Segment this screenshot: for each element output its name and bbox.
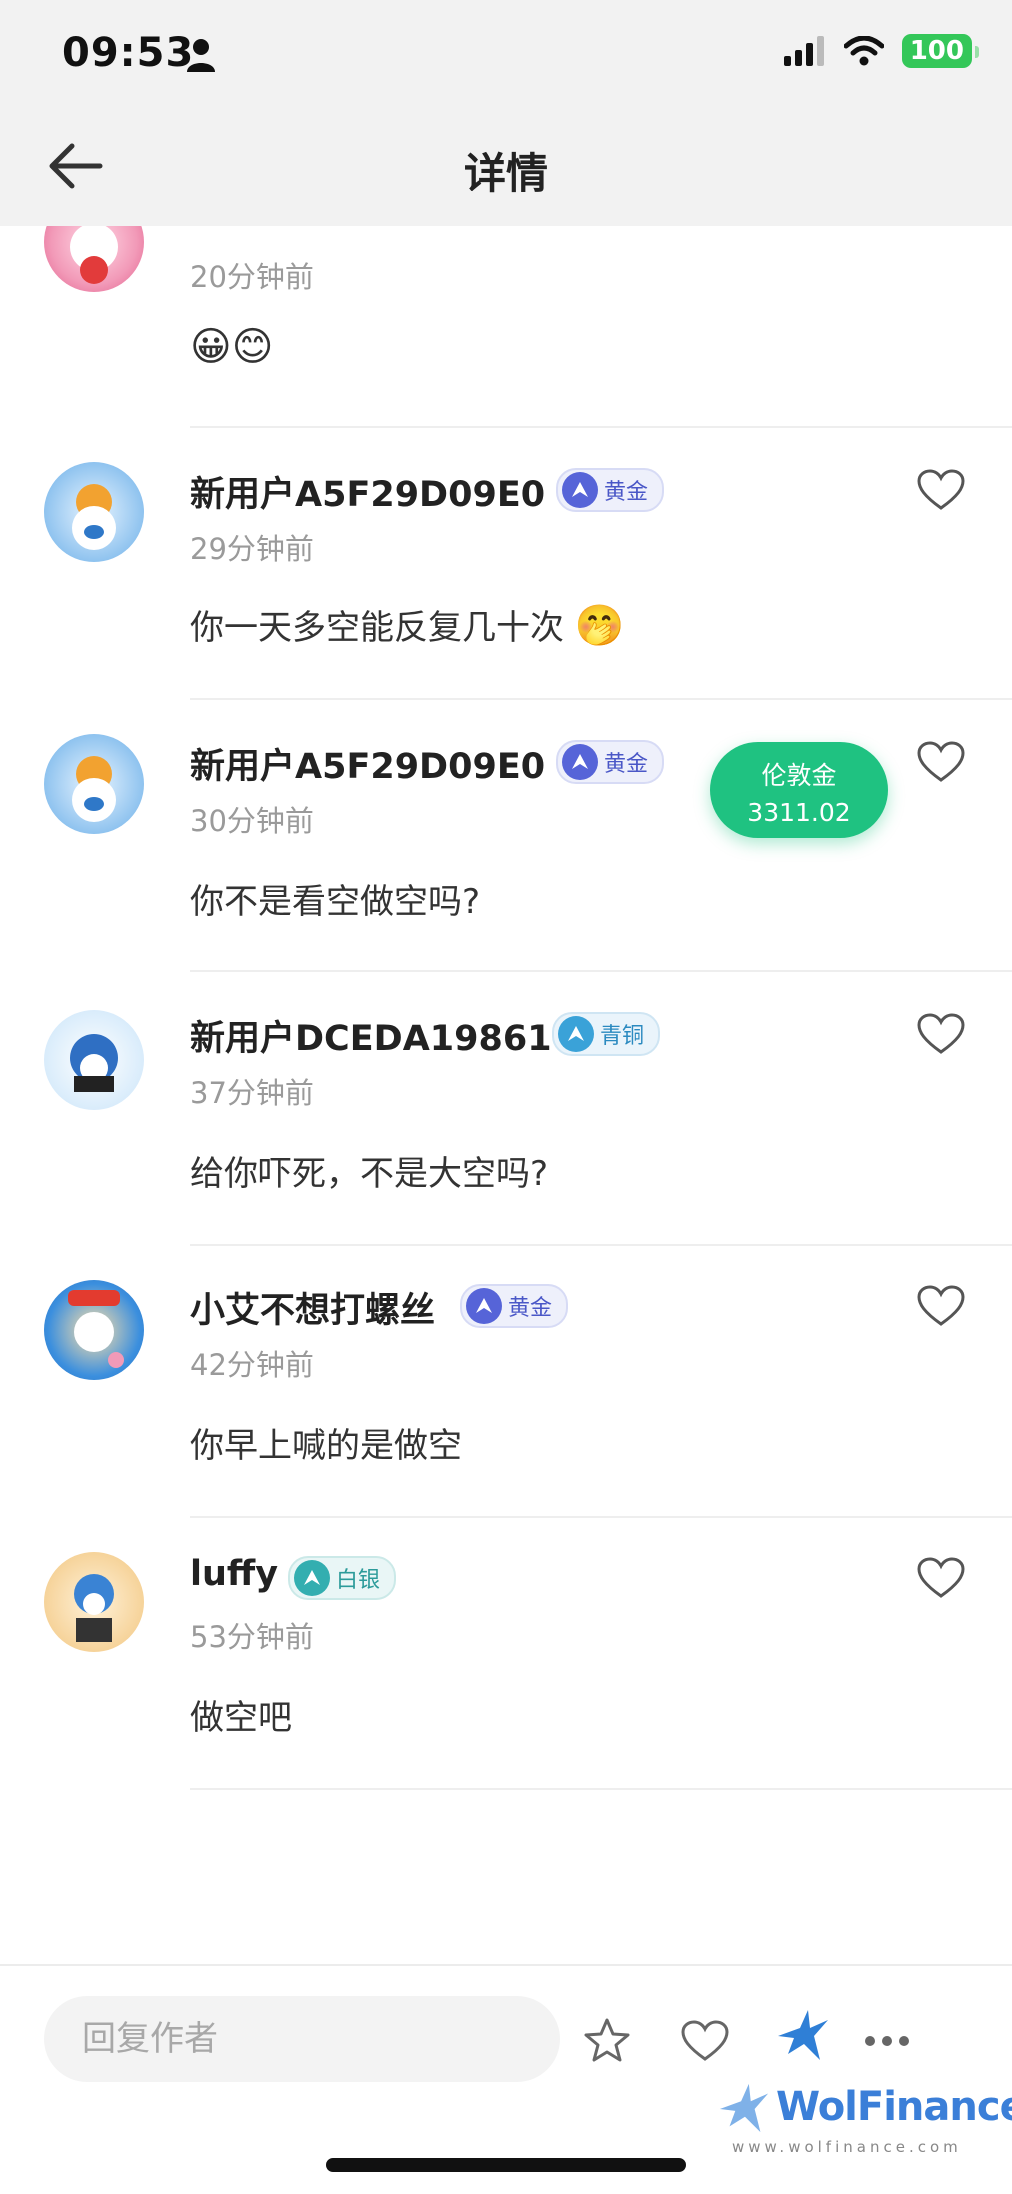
comment-time: 37分钟前 — [190, 1076, 314, 1110]
comment-time: 53分钟前 — [190, 1620, 314, 1654]
signal-icon — [783, 36, 824, 66]
comment-author[interactable]: luffy — [190, 1554, 278, 1594]
avatar[interactable] — [44, 1552, 144, 1652]
more-icon[interactable] — [862, 2016, 912, 2066]
battery-indicator: 100 — [901, 34, 980, 68]
wifi-icon — [843, 36, 884, 66]
status-indicators: 100 — [783, 34, 980, 68]
comment-author[interactable]: 新用户DCEDA19861 — [190, 1010, 552, 1061]
comment-time: 29分钟前 — [190, 532, 314, 566]
status-time: 09:53 — [62, 30, 195, 76]
level-badge: 黄金 — [460, 1284, 569, 1328]
level-badge: 青铜 — [552, 1012, 661, 1056]
divider — [190, 970, 1012, 972]
heart-icon[interactable] — [916, 1284, 966, 1328]
wolf-badge-icon — [466, 1288, 502, 1324]
wolf-badge-icon — [294, 1560, 330, 1596]
wolf-badge-icon — [562, 472, 598, 508]
comment-text: 给你吓死，不是大空吗? — [190, 1154, 549, 1194]
divider — [190, 426, 1012, 428]
divider — [190, 698, 1012, 700]
page-title: 详情 — [463, 149, 548, 198]
avatar[interactable] — [44, 462, 144, 562]
comment-text: 😀😊 — [190, 324, 274, 370]
divider — [190, 1516, 1012, 1518]
comment-author[interactable]: 小艾不想打螺丝 — [190, 1282, 435, 1333]
star-icon[interactable] — [582, 2016, 632, 2066]
comment-text: 你一天多空能反复几十次 🤭 — [190, 603, 625, 649]
level-badge: 黄金 — [556, 468, 665, 512]
heart-icon[interactable] — [916, 740, 966, 784]
comment-time: 20分钟前 — [190, 260, 314, 294]
avatar[interactable] — [44, 1280, 144, 1380]
comment-text: 你不是看空做空吗? — [190, 882, 481, 922]
watermark: WolFinance www.wolfinance.com — [716, 2076, 1012, 2156]
comment-author[interactable]: 新用户A5F29D09E0 — [190, 466, 545, 517]
reply-input[interactable] — [44, 1996, 560, 2082]
top-bar: 09:53 100 详情 — [0, 0, 1012, 226]
price-value: 3311.02 — [747, 798, 851, 827]
level-badge: 白银 — [288, 1556, 397, 1600]
wolf-logo-icon — [719, 2083, 769, 2133]
home-indicator — [326, 2158, 686, 2172]
divider — [190, 1244, 1012, 1246]
heart-icon[interactable] — [916, 1556, 966, 1600]
watermark-url: www.wolfinance.com — [732, 2138, 962, 2156]
avatar[interactable] — [44, 1010, 144, 1110]
wolf-logo-icon[interactable] — [774, 2006, 832, 2064]
watermark-brand: WolFinance — [776, 2084, 1012, 2130]
bottom-bar: WolFinance www.wolfinance.com — [0, 1964, 1012, 2194]
comment-author[interactable]: 新用户A5F29D09E0 — [190, 738, 545, 789]
heart-icon[interactable] — [680, 2016, 730, 2066]
heart-icon[interactable] — [916, 468, 966, 512]
price-symbol: 伦敦金 — [761, 761, 837, 790]
comment-time: 42分钟前 — [190, 1348, 314, 1382]
comment-text: 做空吧 — [190, 1698, 292, 1738]
comment-text: 你早上喊的是做空 — [190, 1426, 462, 1466]
wolf-badge-icon — [562, 744, 598, 780]
divider — [190, 1788, 1012, 1790]
comment-time: 30分钟前 — [190, 804, 314, 838]
person-icon — [187, 39, 215, 72]
heart-icon[interactable] — [916, 1012, 966, 1056]
level-badge: 黄金 — [556, 740, 665, 784]
wolf-badge-icon — [558, 1016, 594, 1052]
avatar[interactable] — [44, 734, 144, 834]
gold-price-button[interactable]: 伦敦金 3311.02 — [710, 742, 888, 838]
